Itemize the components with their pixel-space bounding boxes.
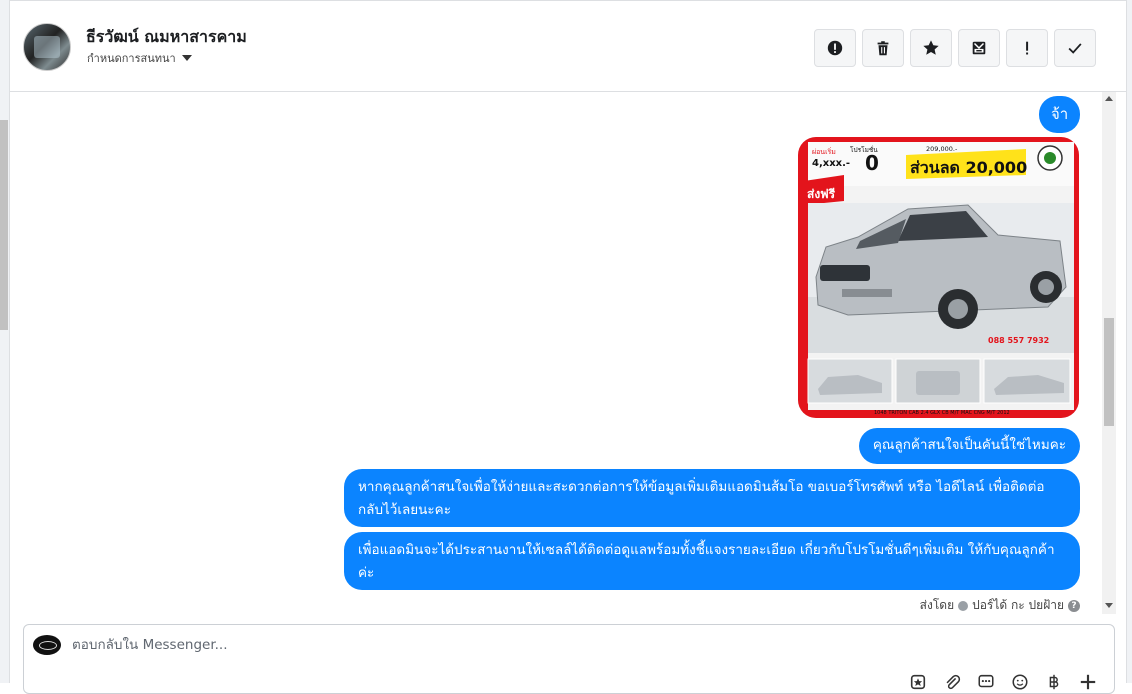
thread-scrollbar-thumb[interactable] xyxy=(1104,318,1114,426)
left-panel-edge xyxy=(0,0,10,683)
reply-composer xyxy=(23,624,1115,694)
conversation-toolbar xyxy=(814,29,1096,67)
archive-icon xyxy=(972,41,986,55)
message-bubble[interactable]: คุณลูกค้าสนใจเป็นคันนี้ใช่ไหมคะ xyxy=(858,428,1080,464)
report-icon xyxy=(827,40,843,56)
assign-conversation-label: กำหนดการสนทนา xyxy=(87,52,176,65)
delete-button[interactable] xyxy=(862,29,904,67)
assign-conversation-dropdown[interactable]: กำหนดการสนทนา xyxy=(87,49,192,67)
sparkle-plus-icon xyxy=(1080,674,1096,690)
star-icon xyxy=(923,40,939,55)
smiley-icon xyxy=(1012,674,1028,690)
archive-button[interactable] xyxy=(958,29,1000,67)
sent-by-name[interactable]: ปอร์ได้ กะ ปยฝ้าย xyxy=(972,596,1064,615)
thread-scrollbar[interactable] xyxy=(1102,92,1116,614)
ad-phone: 088 557 7932 xyxy=(988,336,1049,345)
saved-reply-icon xyxy=(910,674,926,690)
caret-down-icon xyxy=(181,55,192,61)
emoji-button[interactable] xyxy=(1010,673,1030,691)
star-button[interactable] xyxy=(910,29,952,67)
ad-price: 209,000.- xyxy=(926,145,958,153)
paperclip-icon xyxy=(946,674,961,690)
scroll-up-arrow-icon[interactable] xyxy=(1105,96,1113,101)
page-avatar xyxy=(33,635,61,655)
report-button[interactable] xyxy=(814,29,856,67)
baht-icon xyxy=(1049,674,1059,690)
quick-replies-button[interactable] xyxy=(976,673,996,691)
check-icon xyxy=(1068,43,1082,54)
ad-discount: ส่วนลด 20,000 xyxy=(910,158,1027,177)
saved-reply-button[interactable] xyxy=(908,673,928,691)
sent-by-row: ส่งโดย ปอร์ได้ กะ ปยฝ้าย ? xyxy=(920,596,1080,615)
trash-icon xyxy=(877,41,889,56)
help-icon[interactable]: ? xyxy=(1068,599,1080,612)
chat-dots-icon xyxy=(978,674,994,688)
ad-down-label: ผ่อนเริ่ม xyxy=(812,147,836,156)
admin-avatar-icon xyxy=(958,600,969,611)
message-bubble[interactable]: จ้า xyxy=(1039,96,1080,133)
mark-done-button[interactable] xyxy=(1054,29,1096,67)
more-actions-button[interactable] xyxy=(1078,673,1098,691)
ad-zero-value: 0 xyxy=(865,151,879,175)
composer-icons xyxy=(908,673,1098,691)
car-ad-graphic: ผ่อนเริ่ม 4,xxx.- โปรโมชั่น 0 209,000.- … xyxy=(798,137,1079,418)
left-scrollbar-thumb[interactable] xyxy=(0,120,8,330)
right-panel-edge xyxy=(1126,0,1132,683)
message-bubble[interactable]: หากคุณลูกค้าสนใจเพื่อให้ง่ายและสะดวกต่อก… xyxy=(344,469,1080,527)
reply-input[interactable] xyxy=(72,637,772,653)
conversation-header: ธีรวัฒน์ ณมหาสารคาม กำหนดการสนทนา xyxy=(10,0,1126,92)
mark-important-button[interactable] xyxy=(1006,29,1048,67)
ad-down-value: 4,xxx.- xyxy=(812,158,850,169)
car-ad-image[interactable]: ผ่อนเริ่ม 4,xxx.- โปรโมชั่น 0 209,000.- … xyxy=(798,137,1079,418)
payment-button[interactable] xyxy=(1044,673,1064,691)
message-bubble[interactable]: เพื่อแอดมินจะได้ประสานงานให้เซลล์ได้ติดต… xyxy=(344,532,1080,590)
attach-button[interactable] xyxy=(942,673,962,691)
scroll-down-arrow-icon[interactable] xyxy=(1105,603,1113,608)
ad-model-caption: 1048 TRITON CAB 2.4 GLX CB M/T MAC CNG M… xyxy=(874,410,1010,416)
ad-free-delivery: ส่งฟรี xyxy=(807,187,836,201)
exclamation-icon xyxy=(1026,41,1029,55)
sent-by-prefix: ส่งโดย xyxy=(919,598,955,612)
contact-name[interactable]: ธีรวัฒน์ ณมหาสารคาม xyxy=(86,25,247,50)
contact-avatar[interactable] xyxy=(23,23,71,71)
